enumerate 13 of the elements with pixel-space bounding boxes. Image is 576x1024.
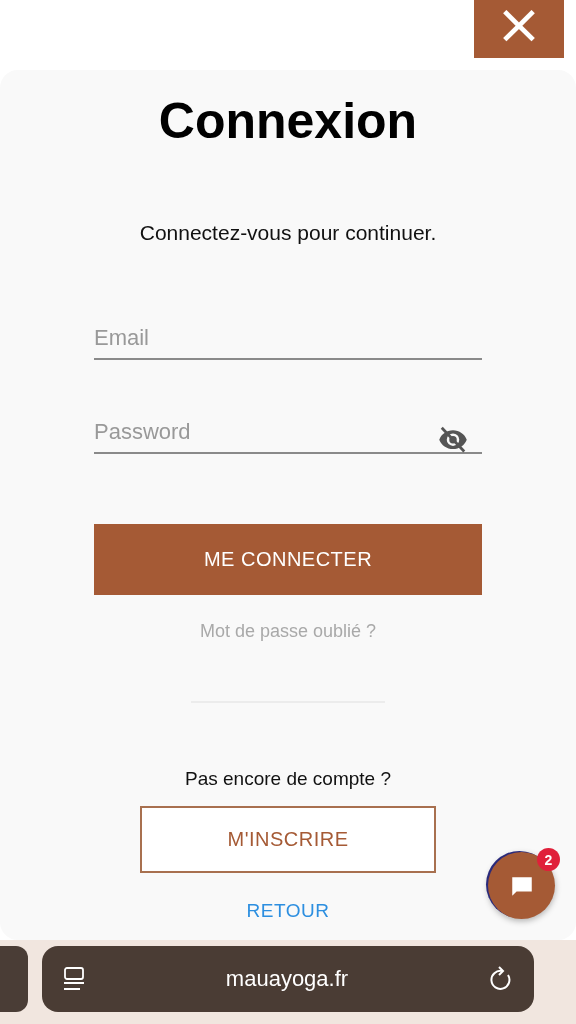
reader-icon[interactable] xyxy=(62,966,86,992)
back-link[interactable]: RETOUR xyxy=(246,900,330,922)
url-text: mauayoga.fr xyxy=(225,966,349,992)
close-button[interactable]: × xyxy=(474,0,564,58)
eye-off-icon[interactable] xyxy=(436,424,470,454)
signup-button[interactable]: M'INSCRIRE xyxy=(140,806,436,873)
login-button[interactable]: ME CONNECTER xyxy=(94,524,482,595)
page-title: Connexion xyxy=(158,92,418,150)
subtitle: Connectez-vous pour continuer. xyxy=(139,220,437,246)
email-field[interactable]: Email xyxy=(94,318,482,360)
address-bar[interactable]: mauayoga.fr xyxy=(42,946,534,1012)
signup-prompt: Pas encore de compte ? xyxy=(185,767,391,791)
browser-tab[interactable] xyxy=(0,946,28,1012)
